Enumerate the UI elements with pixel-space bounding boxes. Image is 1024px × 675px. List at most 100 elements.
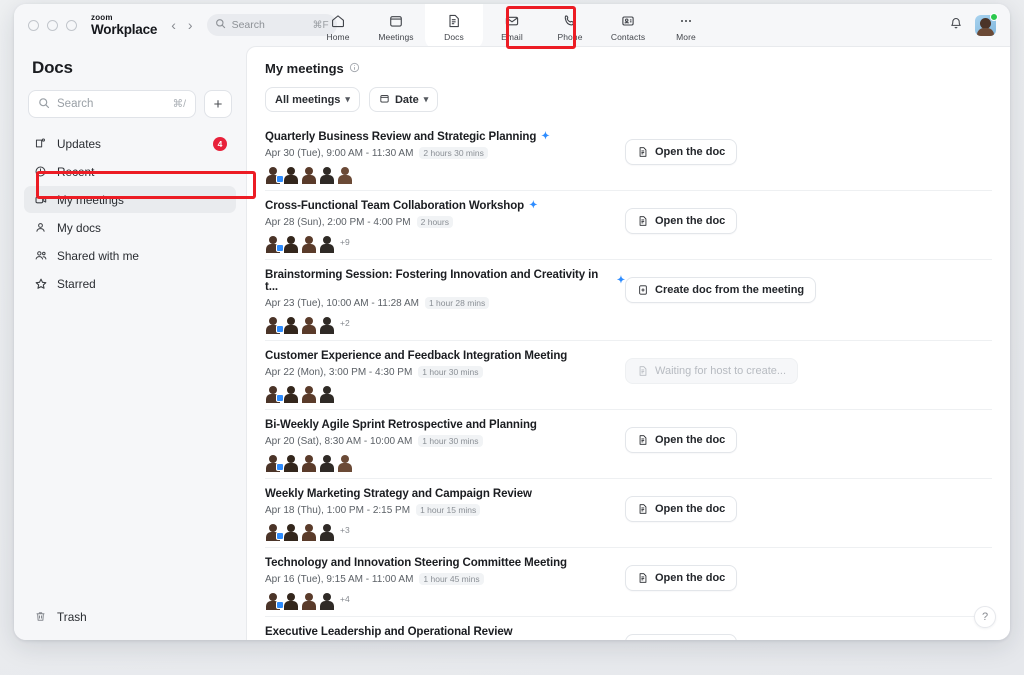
meeting-title: Cross-Functional Team Collaboration Work…: [265, 200, 524, 212]
chevron-left-icon[interactable]: ‹: [171, 18, 176, 32]
table-row[interactable]: Technology and Innovation Steering Commi…: [265, 548, 992, 617]
tab-contacts[interactable]: Contacts: [599, 4, 657, 50]
updates-icon: [33, 137, 48, 150]
maximize-window-button[interactable]: [66, 20, 77, 31]
avatar-overflow-count: +3: [340, 525, 350, 535]
meeting-title-row: Technology and Innovation Steering Commi…: [265, 557, 625, 569]
search-input[interactable]: Search ⌘/: [28, 90, 196, 118]
meeting-datetime: Apr 18 (Thu), 1:00 PM - 2:15 PM: [265, 505, 410, 516]
filter-date[interactable]: Date ▾: [369, 87, 438, 112]
participant-avatars: +4: [265, 591, 625, 607]
sidebar-item-recent[interactable]: Recent: [24, 158, 236, 185]
plus-doc-icon: [637, 284, 649, 296]
user-avatar[interactable]: [975, 15, 996, 36]
open-doc-button[interactable]: Open the doc: [625, 139, 737, 165]
open-doc-button[interactable]: Open the doc: [625, 634, 737, 640]
action-button-label: Open the doc: [655, 434, 725, 446]
table-row[interactable]: Brainstorming Session: Fostering Innovat…: [265, 260, 992, 341]
new-doc-button[interactable]: +: [204, 90, 232, 118]
open-doc-button[interactable]: Open the doc: [625, 565, 737, 591]
table-row[interactable]: Customer Experience and Feedback Integra…: [265, 341, 992, 410]
table-row[interactable]: Quarterly Business Review and Strategic …: [265, 122, 992, 191]
minimize-window-button[interactable]: [47, 20, 58, 31]
table-row[interactable]: Executive Leadership and Operational Rev…: [265, 617, 992, 640]
close-window-button[interactable]: [28, 20, 39, 31]
tab-home[interactable]: Home: [309, 4, 367, 50]
meeting-action-cell: Open the doc: [625, 131, 992, 165]
meeting-duration: 1 hour 30 mins: [418, 435, 482, 447]
meeting-info: Cross-Functional Team Collaboration Work…: [265, 200, 625, 250]
avatar-badge: [276, 532, 284, 540]
sidebar-item-label: Recent: [57, 165, 94, 179]
avatar: [319, 315, 335, 331]
open-doc-button[interactable]: Open the doc: [625, 496, 737, 522]
sidebar-item-trash[interactable]: Trash: [24, 603, 236, 630]
filter-all-meetings[interactable]: All meetings ▾: [265, 87, 360, 112]
meeting-title-row: Brainstorming Session: Fostering Innovat…: [265, 269, 625, 293]
open-doc-button[interactable]: Open the doc: [625, 427, 737, 453]
bell-icon[interactable]: [948, 15, 964, 36]
participant-avatars: +3: [265, 522, 625, 538]
participant-avatars: [265, 453, 625, 469]
tab-docs[interactable]: Docs: [425, 4, 483, 50]
sidebar-item-shared-with-me[interactable]: Shared with me: [24, 242, 236, 269]
avatar: [301, 591, 317, 607]
avatar-badge: [276, 325, 284, 333]
info-icon[interactable]: [349, 62, 360, 76]
main-tabs: Home Meetings Docs: [309, 4, 715, 50]
meeting-duration: 1 hour 30 mins: [418, 366, 482, 378]
meeting-datetime: Apr 23 (Tue), 10:00 AM - 11:28 AM: [265, 298, 419, 309]
open-doc-button[interactable]: Open the doc: [625, 208, 737, 234]
window-controls[interactable]: [28, 20, 77, 31]
tab-meetings[interactable]: Meetings: [367, 4, 425, 50]
status-badge: [990, 13, 998, 21]
meeting-action-cell: Waiting for host to create...: [625, 350, 992, 384]
meeting-datetime: Apr 20 (Sat), 8:30 AM - 10:00 AM: [265, 436, 412, 447]
avatar-overflow-count: +2: [340, 318, 350, 328]
meeting-meta: Apr 30 (Tue), 9:00 AM - 11:30 AM2 hours …: [265, 147, 625, 159]
filter-bar: All meetings ▾ Date ▾: [265, 87, 992, 112]
clock-icon: [33, 165, 48, 178]
avatar: [301, 165, 317, 181]
sidebar-item-starred[interactable]: Starred: [24, 270, 236, 297]
tab-email[interactable]: Email: [483, 4, 541, 50]
avatar: [265, 384, 281, 400]
avatar: [265, 234, 281, 250]
meeting-meta: Apr 16 (Tue), 9:15 AM - 11:00 AM1 hour 4…: [265, 573, 625, 585]
sidebar-item-updates[interactable]: Updates 4: [24, 130, 236, 157]
chevron-down-icon: ▾: [345, 94, 350, 105]
doc-icon: [637, 146, 649, 158]
meeting-duration: 1 hour 15 mins: [416, 504, 480, 516]
help-button[interactable]: ?: [974, 606, 996, 628]
table-row[interactable]: Bi-Weekly Agile Sprint Retrospective and…: [265, 410, 992, 479]
sidebar-item-label: Shared with me: [57, 249, 139, 263]
content-scroll-area[interactable]: My meetings All meetings ▾: [247, 47, 1010, 640]
sidebar-item-label: Trash: [57, 610, 87, 624]
meeting-datetime: Apr 28 (Sun), 2:00 PM - 4:00 PM: [265, 217, 411, 228]
table-row[interactable]: Weekly Marketing Strategy and Campaign R…: [265, 479, 992, 548]
search-icon: [215, 18, 226, 32]
tab-more-label: More: [676, 32, 696, 42]
search-icon: [38, 97, 50, 112]
title-bar: zoom Workplace ‹ › Search ⌘F: [14, 4, 1010, 46]
meeting-duration: 1 hour 28 mins: [425, 297, 489, 309]
sidebar-title: Docs: [24, 54, 236, 90]
content-pane: My meetings All meetings ▾: [246, 46, 1010, 640]
create-doc-button[interactable]: Create doc from the meeting: [625, 277, 816, 303]
meeting-title-row: Weekly Marketing Strategy and Campaign R…: [265, 488, 625, 500]
meeting-duration: 2 hours 30 mins: [419, 147, 487, 159]
tab-phone-label: Phone: [557, 32, 582, 42]
meeting-action-cell: Create doc from the meeting: [625, 269, 992, 303]
tab-docs-label: Docs: [444, 32, 464, 42]
sidebar-item-my-docs[interactable]: My docs: [24, 214, 236, 241]
meeting-duration: 1 hour 45 mins: [419, 573, 483, 585]
table-row[interactable]: Cross-Functional Team Collaboration Work…: [265, 191, 992, 260]
sidebar-item-my-meetings[interactable]: My meetings: [24, 186, 236, 213]
participant-avatars: [265, 384, 625, 400]
doc-icon: [446, 13, 462, 29]
chevron-right-icon[interactable]: ›: [188, 18, 193, 32]
action-button-label: Open the doc: [655, 146, 725, 158]
ai-sparkle-icon: ✦: [541, 132, 549, 142]
tab-phone[interactable]: Phone: [541, 4, 599, 50]
tab-more[interactable]: More: [657, 4, 715, 50]
